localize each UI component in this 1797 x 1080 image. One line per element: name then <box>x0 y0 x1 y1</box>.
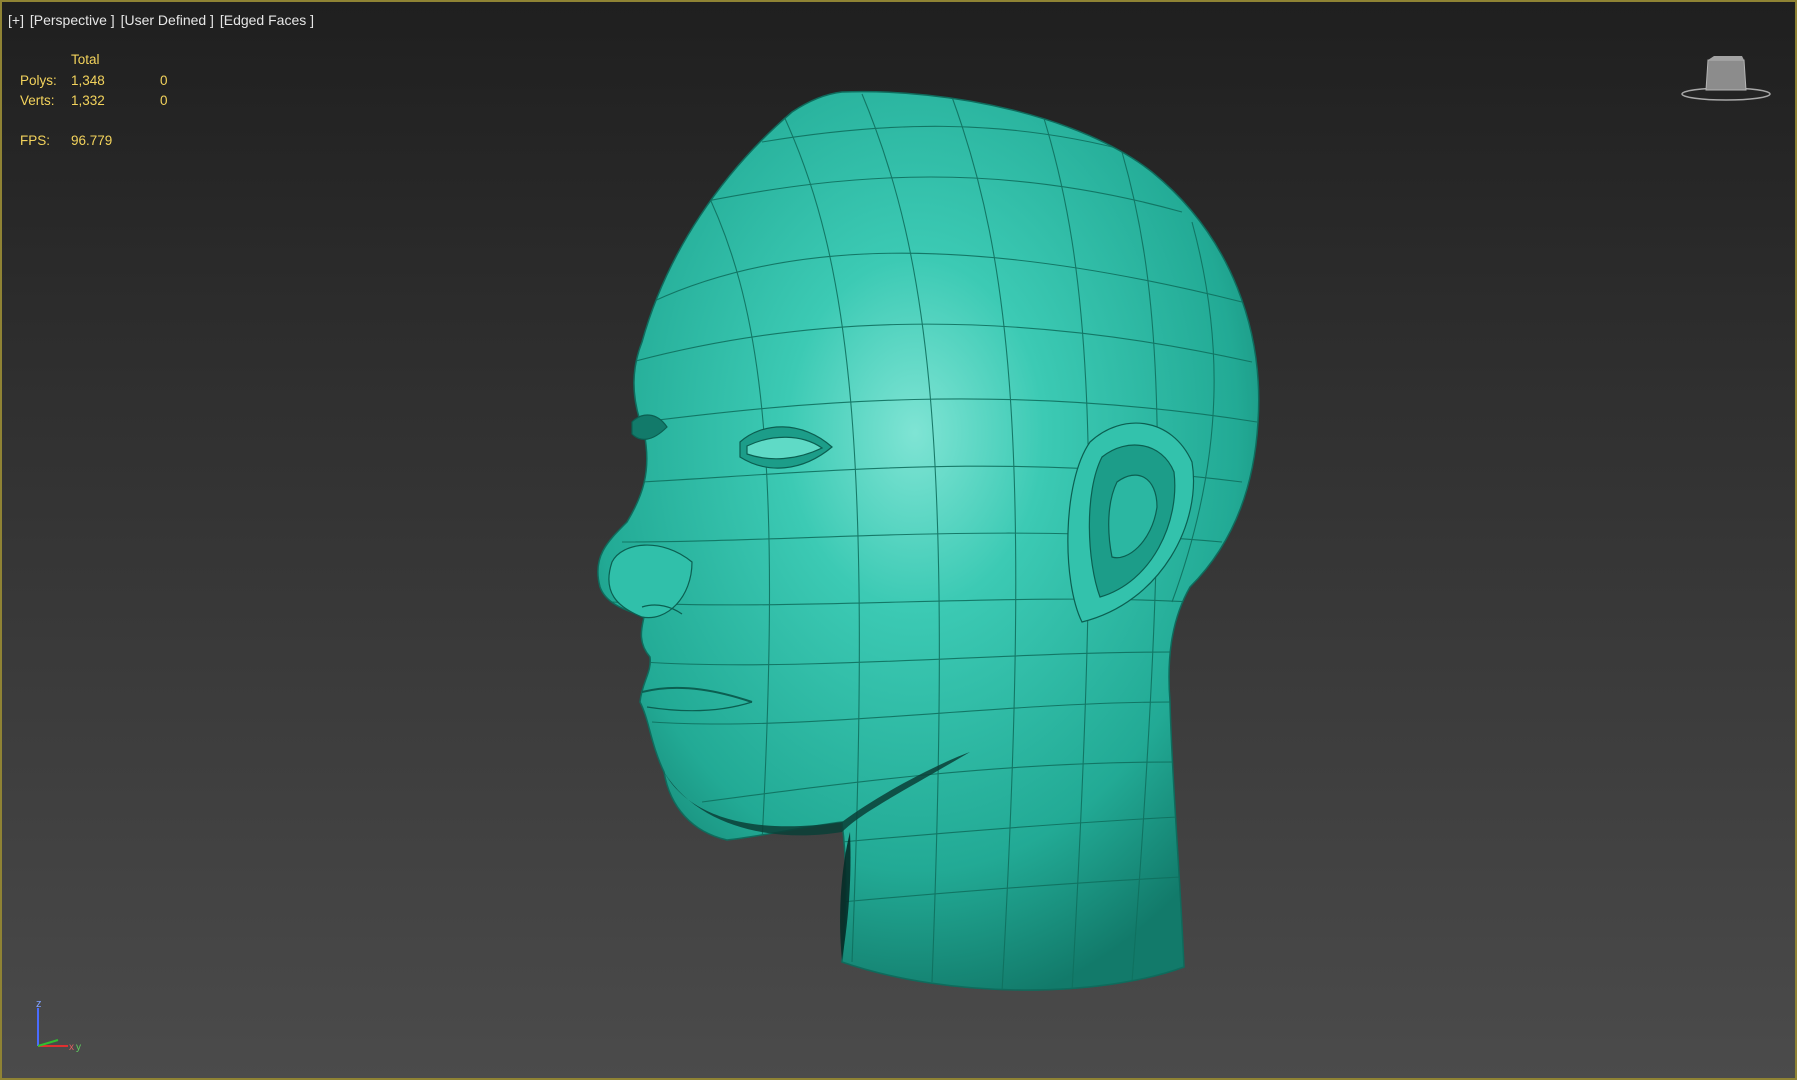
axis-x-label: x <box>69 1042 74 1053</box>
perspective-viewport[interactable]: [+] [Perspective ] [User Defined ] [Edge… <box>0 0 1797 1080</box>
axis-tripod-icon: z x y <box>36 998 81 1053</box>
axis-y-label: y <box>76 1042 81 1053</box>
axis-z-label: z <box>36 998 42 1010</box>
viewcube-icon[interactable] <box>1680 52 1772 104</box>
head-mesh[interactable] <box>2 2 1797 1080</box>
